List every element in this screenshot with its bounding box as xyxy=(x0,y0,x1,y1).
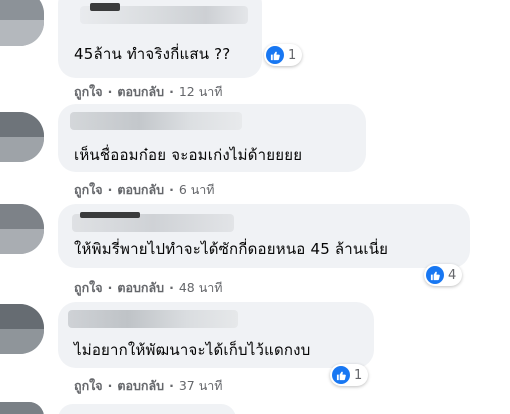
commenter-name-blurred[interactable] xyxy=(72,212,234,232)
comment-text: 45ล้าน ทำจริงกี่แสน ?? xyxy=(74,45,231,63)
avatar[interactable] xyxy=(0,204,44,254)
reaction-badge[interactable]: 4 xyxy=(424,264,463,286)
like-button[interactable]: ถูกใจ xyxy=(74,84,103,99)
commenter-name-blurred[interactable] xyxy=(68,310,238,328)
comment-timestamp[interactable]: 48 นาที xyxy=(179,280,223,295)
avatar[interactable] xyxy=(0,112,44,162)
comment-bubble xyxy=(58,404,236,414)
like-icon xyxy=(332,366,350,384)
commenter-name-blurred[interactable] xyxy=(80,3,248,24)
comment-timestamp[interactable]: 37 นาที xyxy=(179,378,223,393)
like-button[interactable]: ถูกใจ xyxy=(74,280,103,295)
like-icon xyxy=(426,266,444,284)
reply-button[interactable]: ตอบกลับ xyxy=(117,182,164,197)
comment-text: เห็นชื่ออมก๋อย จะอมเก่งไม่ด้ายยยย xyxy=(74,146,303,164)
commenter-name-blurred[interactable] xyxy=(70,112,242,130)
reply-button[interactable]: ตอบกลับ xyxy=(117,378,164,393)
comment-text: ให้พิมรี่พายไปทำจะได้ซักกี่ดอยหนอ 45 ล้า… xyxy=(74,240,389,258)
avatar[interactable] xyxy=(0,304,44,354)
reaction-count: 1 xyxy=(288,47,297,63)
comment-actions: ถูกใจ · ตอบกลับ · 6 นาที xyxy=(74,182,215,197)
comment-actions: ถูกใจ · ตอบกลับ · 12 นาที xyxy=(74,84,223,99)
avatar[interactable] xyxy=(0,0,44,46)
reaction-count: 4 xyxy=(448,267,457,283)
comment-text: ไม่อยากให้พัฒนาจะได้เก็บไว้แดกงบ xyxy=(74,341,311,359)
comment-actions: ถูกใจ · ตอบกลับ · 37 นาที xyxy=(74,378,223,393)
like-button[interactable]: ถูกใจ xyxy=(74,378,103,393)
comment-timestamp[interactable]: 6 นาที xyxy=(179,182,215,197)
reaction-count: 1 xyxy=(354,367,363,383)
comment-timestamp[interactable]: 12 นาที xyxy=(179,84,223,99)
reply-button[interactable]: ตอบกลับ xyxy=(117,84,164,99)
like-button[interactable]: ถูกใจ xyxy=(74,182,103,197)
comment-thread: 45ล้าน ทำจริงกี่แสน ?? 1 ถูกใจ · ตอบกลับ · 1… xyxy=(0,0,510,414)
comment-actions: ถูกใจ · ตอบกลับ · 48 นาที xyxy=(74,280,223,295)
avatar[interactable] xyxy=(0,402,44,414)
like-icon xyxy=(266,46,284,64)
reply-button[interactable]: ตอบกลับ xyxy=(117,280,164,295)
reaction-badge[interactable]: 1 xyxy=(330,364,369,386)
reaction-badge[interactable]: 1 xyxy=(264,44,303,66)
